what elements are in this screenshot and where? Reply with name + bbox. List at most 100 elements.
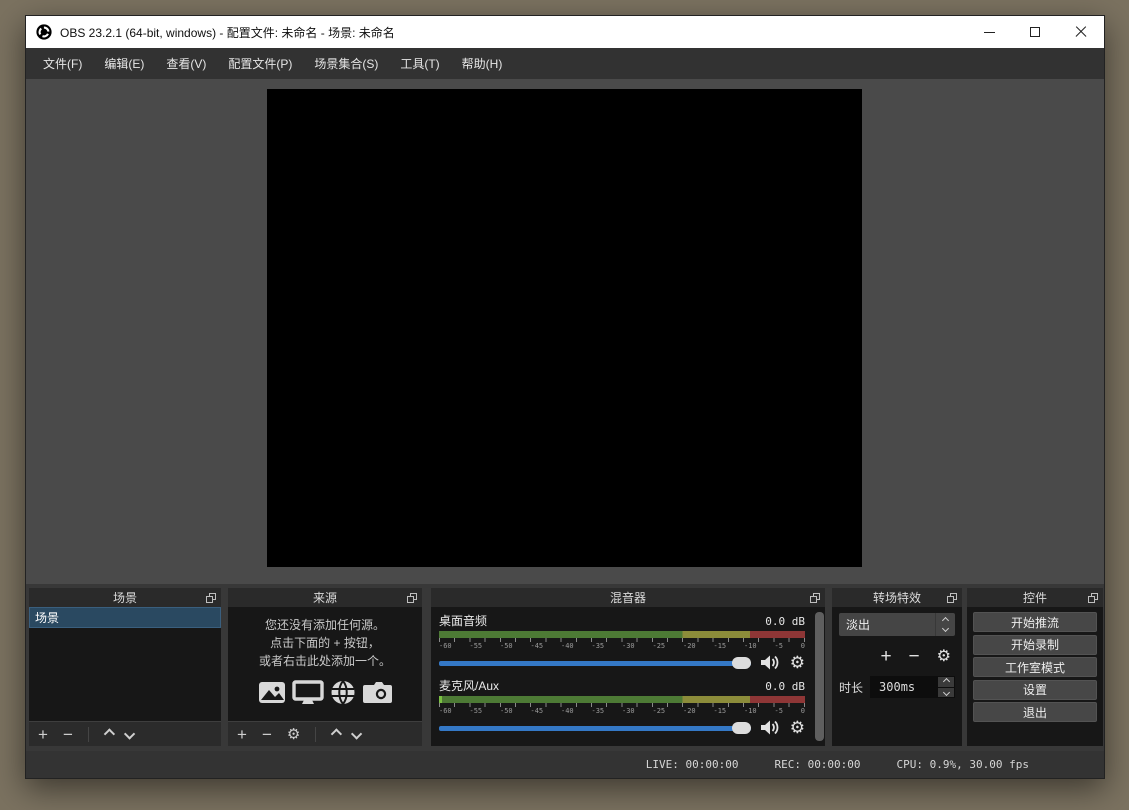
transition-selected-value: 淡出: [846, 616, 870, 633]
duration-decrease-button[interactable]: [938, 688, 954, 698]
move-scene-down-button[interactable]: [124, 728, 135, 739]
channel-settings-gear-icon[interactable]: ⚙: [790, 719, 805, 736]
sources-empty-line1: 您还没有添加任何源。: [265, 616, 385, 634]
toolbar-separator: [315, 727, 316, 742]
menu-bar: 文件(F) 编辑(E) 查看(V) 配置文件(P) 场景集合(S) 工具(T) …: [26, 48, 1104, 79]
volume-meter: [439, 631, 805, 638]
rec-time: REC: 00:00:00: [774, 758, 860, 771]
remove-source-button[interactable]: −: [262, 726, 272, 743]
start-streaming-button[interactable]: 开始推流: [973, 612, 1097, 632]
volume-slider-track: [439, 726, 751, 731]
channel-settings-gear-icon[interactable]: ⚙: [790, 654, 805, 671]
menu-tools[interactable]: 工具(T): [389, 55, 450, 72]
transitions-panel-title: 转场特效: [873, 589, 921, 606]
channel-level-db: 0.0 dB: [765, 680, 805, 693]
sources-panel: 来源 您还没有添加任何源。 点击下面的 + 按钮， 或者右击此处添加一个。: [228, 588, 422, 746]
volume-meter: [439, 696, 805, 703]
start-recording-button[interactable]: 开始录制: [973, 635, 1097, 655]
mixer-scrollbar[interactable]: [815, 612, 824, 741]
menu-file[interactable]: 文件(F): [32, 55, 93, 72]
popout-icon[interactable]: [947, 593, 957, 603]
sources-panel-header[interactable]: 来源: [228, 588, 422, 607]
maximize-button[interactable]: [1012, 16, 1058, 48]
mixer-channel-mic-aux: 麦克风/Aux 0.0 dB -60-55-50-45-40-35-30-25-…: [439, 677, 805, 742]
obs-logo-icon: [36, 24, 52, 40]
obs-window: OBS 23.2.1 (64-bit, windows) - 配置文件: 未命名…: [25, 15, 1105, 779]
add-transition-button[interactable]: +: [880, 647, 891, 666]
maximize-icon: [1030, 27, 1040, 37]
move-source-down-button[interactable]: [351, 728, 362, 739]
speaker-mute-button[interactable]: [760, 654, 781, 671]
transitions-panel: 转场特效 淡出 + − ⚙: [832, 588, 962, 746]
menu-help[interactable]: 帮助(H): [451, 55, 514, 72]
window-controls: [966, 16, 1104, 48]
scene-list-item-selected[interactable]: 场景: [29, 607, 221, 628]
minimize-button[interactable]: [966, 16, 1012, 48]
volume-slider[interactable]: [439, 656, 751, 670]
sources-empty-state[interactable]: 您还没有添加任何源。 点击下面的 + 按钮， 或者右击此处添加一个。: [228, 607, 422, 721]
mixer-panel-header[interactable]: 混音器: [431, 588, 825, 607]
mixer-scrollbar-thumb[interactable]: [815, 612, 824, 741]
duration-value: 300ms: [879, 680, 915, 694]
title-bar[interactable]: OBS 23.2.1 (64-bit, windows) - 配置文件: 未命名…: [26, 16, 1104, 48]
volume-slider[interactable]: [439, 721, 751, 735]
controls-panel-header[interactable]: 控件: [967, 588, 1103, 607]
popout-icon[interactable]: [810, 593, 820, 603]
transition-select[interactable]: 淡出: [839, 613, 955, 636]
source-properties-button[interactable]: ⚙: [287, 727, 300, 742]
menu-scene-collection[interactable]: 场景集合(S): [303, 55, 389, 72]
menu-edit[interactable]: 编辑(E): [93, 55, 155, 72]
duration-spinbox[interactable]: 300ms: [870, 676, 955, 698]
transitions-panel-header[interactable]: 转场特效: [832, 588, 962, 607]
close-button[interactable]: [1058, 16, 1104, 48]
channel-name: 桌面音频: [439, 612, 487, 629]
volume-slider-handle[interactable]: [732, 722, 751, 734]
mixer-panel-title: 混音器: [610, 589, 646, 606]
live-time: LIVE: 00:00:00: [646, 758, 739, 771]
sources-empty-line2: 点击下面的 + 按钮，: [270, 634, 380, 652]
meter-tick-labels: -60-55-50-45-40-35-30-25-20-15-10-50: [439, 642, 805, 650]
chevron-up-icon: [942, 678, 949, 685]
status-bar: LIVE: 00:00:00 REC: 00:00:00 CPU: 0.9%, …: [26, 751, 1104, 778]
volume-slider-handle[interactable]: [732, 657, 751, 669]
scenes-panel-header[interactable]: 场景: [29, 588, 221, 607]
meter-active-level: [439, 696, 442, 703]
duration-increase-button[interactable]: [938, 677, 954, 687]
channel-level-db: 0.0 dB: [765, 615, 805, 628]
studio-mode-button[interactable]: 工作室模式: [973, 657, 1097, 677]
scenes-panel: 场景 场景 + −: [29, 588, 221, 746]
dock-area: 场景 场景 + −: [26, 584, 1104, 751]
scenes-panel-title: 场景: [113, 589, 137, 606]
settings-button[interactable]: 设置: [973, 680, 1097, 700]
remove-scene-button[interactable]: −: [63, 726, 73, 743]
minimize-icon: [984, 32, 995, 33]
move-scene-up-button[interactable]: [104, 728, 115, 739]
scene-list[interactable]: 场景: [29, 607, 221, 721]
menu-profile[interactable]: 配置文件(P): [217, 55, 303, 72]
sources-toolbar: + − ⚙: [228, 721, 422, 746]
popout-icon[interactable]: [1088, 593, 1098, 603]
move-source-up-button[interactable]: [331, 728, 342, 739]
cpu-fps: CPU: 0.9%, 30.00 fps: [897, 758, 1029, 771]
transition-select-spinner[interactable]: [935, 613, 955, 636]
controls-panel: 控件 开始推流 开始录制 工作室模式 设置 退出: [967, 588, 1103, 746]
remove-transition-button[interactable]: −: [909, 647, 920, 666]
volume-slider-track: [439, 661, 751, 666]
toolbar-separator: [88, 727, 89, 742]
transition-properties-button[interactable]: ⚙: [937, 649, 951, 665]
menu-view[interactable]: 查看(V): [155, 55, 217, 72]
sources-empty-line3: 或者右击此处添加一个。: [259, 652, 391, 670]
chevron-down-icon: [942, 689, 949, 696]
program-canvas[interactable]: [267, 89, 862, 567]
popout-icon[interactable]: [206, 593, 216, 603]
add-scene-button[interactable]: +: [38, 726, 48, 743]
display-source-icon: [292, 679, 324, 706]
popout-icon[interactable]: [407, 593, 417, 603]
mixer-channel-desktop-audio: 桌面音频 0.0 dB -60-55-50-45-40-35-30-25-20-…: [439, 612, 805, 677]
sources-panel-title: 来源: [313, 589, 337, 606]
add-source-button[interactable]: +: [237, 726, 247, 743]
exit-button[interactable]: 退出: [973, 702, 1097, 722]
browser-source-icon: [329, 679, 357, 706]
speaker-mute-button[interactable]: [760, 719, 781, 736]
preview-area[interactable]: [26, 79, 1104, 584]
